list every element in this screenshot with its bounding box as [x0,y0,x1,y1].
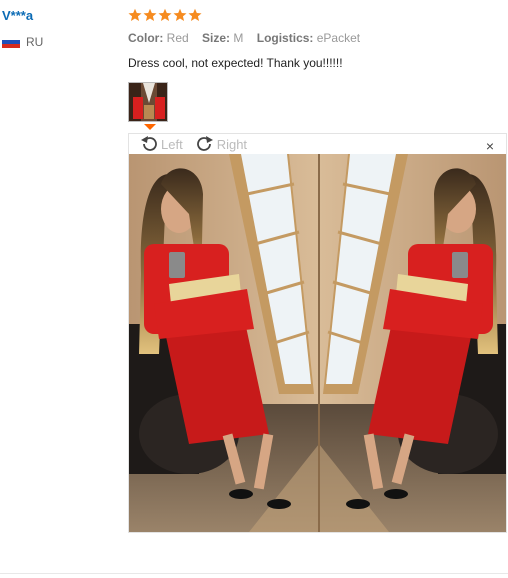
review-photo [129,154,506,532]
rotate-left-label: Left [161,136,183,152]
rotate-left-button[interactable]: Left [139,135,183,153]
rotate-right-icon [196,136,213,151]
review-body: Color: Red Size: M Logistics: ePacket Dr… [128,8,508,70]
rotate-right-label: Right [216,136,248,152]
star-icon [158,8,172,22]
russia-flag-icon [2,36,20,48]
size-label: Size: [202,31,231,45]
review-text: Dress cool, not expected! Thank you!!!!!… [128,56,343,70]
star-icon [173,8,187,22]
color-label: Color: [128,31,164,45]
star-rating [128,8,508,22]
reviewer-name[interactable]: V***a [2,8,112,24]
rotate-right-button[interactable]: Right [195,135,247,153]
rotate-left-icon [141,136,157,151]
review-photo-thumbnail[interactable] [128,82,168,122]
reviewer-country: RU [2,35,112,49]
review-photo-image [129,154,506,532]
thumbnail-image [129,83,167,121]
order-attributes: Color: Red Size: M Logistics: ePacket [128,31,508,45]
thumbnail-pointer [144,124,156,130]
star-icon [143,8,157,22]
star-icon [128,8,142,22]
close-viewer-button[interactable]: × [486,138,494,154]
country-code: RU [26,35,44,49]
review-divider [0,573,508,574]
star-icon [188,8,202,22]
viewer-toolbar: Left Right × [129,134,506,154]
logistics-label: Logistics: [256,31,314,45]
reviewer-info: V***a RU [2,8,112,49]
photo-viewer: Left Right × [128,133,507,533]
color-value: Red [166,31,189,45]
logistics-value: ePacket [316,31,361,45]
size-value: M [233,31,244,45]
